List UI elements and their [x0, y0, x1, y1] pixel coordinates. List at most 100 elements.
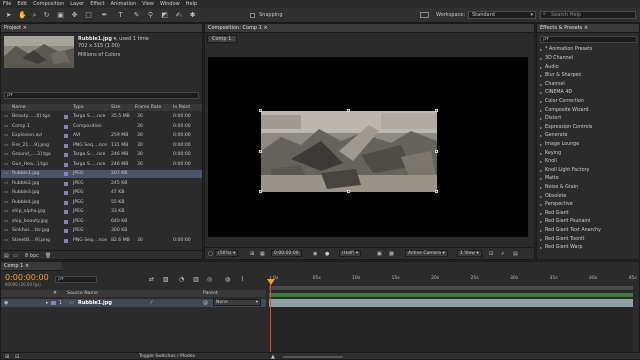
label-color-swatch[interactable] — [64, 172, 68, 176]
effects-category[interactable]: ▸ Generate — [537, 132, 639, 140]
project-item[interactable]: ▭ Rubble1.jpg JPEG 207 KB — [1, 170, 202, 178]
transform-handle-tl[interactable] — [259, 109, 262, 112]
pan-behind-tool-icon[interactable]: ✥ — [70, 11, 79, 20]
disclosure-triangle-icon[interactable]: ▸ — [540, 65, 542, 70]
rubble-image-layer[interactable] — [261, 111, 437, 192]
timeline-timecode[interactable]: 0:00:00:00 — [5, 273, 49, 282]
project-item[interactable]: ▭ Fire_21....9].png PNG Seq....nce 131 MB 30… — [1, 142, 202, 150]
layer-label-color[interactable] — [51, 301, 56, 305]
work-area-bar[interactable] — [269, 286, 633, 290]
effects-category[interactable]: ▸ Image Lounge — [537, 141, 639, 149]
menu-edit[interactable]: Edit — [17, 1, 27, 7]
trash-icon[interactable]: 🗑 — [45, 253, 51, 259]
transform-handle-ml[interactable] — [259, 150, 262, 153]
label-color-swatch[interactable] — [64, 229, 68, 233]
workspace-icon[interactable] — [420, 12, 429, 18]
roto-brush-tool-icon[interactable]: ✍ — [174, 11, 183, 20]
always-preview-icon[interactable]: ▢ — [208, 251, 213, 257]
layer-duration-bar[interactable] — [269, 299, 633, 307]
disclosure-triangle-icon[interactable]: ▸ — [540, 108, 542, 113]
menu-help[interactable]: Help — [186, 1, 197, 7]
brush-tool-icon[interactable]: ✎ — [132, 11, 141, 20]
project-item[interactable]: ▭ Explosion.avi AVI 259 MB 30 0:00:00 — [1, 132, 202, 140]
transform-handle-bl[interactable] — [259, 190, 262, 193]
in-out-pane-icon[interactable]: ⊟ — [15, 354, 19, 360]
snapshot-icon[interactable]: ◉ — [313, 251, 317, 257]
disclosure-triangle-icon[interactable]: ▸ — [540, 133, 542, 138]
disclosure-triangle-icon[interactable]: ▸ — [540, 116, 542, 121]
project-item[interactable]: ▭ Rubble3.jpg JPEG 47 KB — [1, 189, 202, 197]
effects-category[interactable]: ▸ Knoll Light Factory — [537, 166, 639, 174]
rectangle-tool-icon[interactable]: □ — [84, 11, 93, 20]
disclosure-triangle-icon[interactable]: ▸ — [540, 99, 542, 104]
effects-category[interactable]: ▸ Perspective — [537, 201, 639, 209]
interpret-footage-icon[interactable]: ▤ — [4, 253, 9, 259]
disclosure-triangle-icon[interactable]: ▸ — [540, 73, 542, 78]
transparency-grid-icon[interactable]: ▩ — [389, 251, 394, 257]
safe-zones-icon[interactable]: ⊞ — [250, 251, 254, 257]
effects-category[interactable]: ▸ Composite Wizard — [537, 106, 639, 114]
effects-category[interactable]: ▸ CINEMA 4D — [537, 89, 639, 97]
effects-category[interactable]: ▸ Red Giant ToonIt — [537, 235, 639, 243]
frame-blending-icon[interactable]: ▥ — [193, 276, 199, 283]
project-item[interactable]: ▭ Rubble4.jpg JPEG 55 KB — [1, 199, 202, 207]
menu-view[interactable]: View — [142, 1, 154, 7]
effects-category[interactable]: ▸ Obsolete — [537, 192, 639, 200]
project-item[interactable]: ▭ ship_beauty.jpg JPEG 640 KB — [1, 218, 202, 226]
menu-layer[interactable]: Layer — [70, 1, 84, 7]
timeline-search-input[interactable]: ρ▾ — [55, 276, 97, 283]
grid-icon[interactable]: ▦ — [260, 251, 265, 257]
timeline-tab[interactable]: Comp 1 × — [1, 262, 61, 271]
layer-name[interactable]: Rubble1.jpg — [78, 300, 112, 306]
zoom-select[interactable]: (50%) ▾ — [215, 250, 239, 257]
zoom-tool-icon[interactable]: ⌕ — [30, 11, 39, 20]
disclosure-triangle-icon[interactable]: ▸ — [540, 90, 542, 95]
label-color-swatch[interactable] — [64, 200, 68, 205]
effects-category[interactable]: ▸ Blur & Sharpen — [537, 72, 639, 80]
disclosure-triangle-icon[interactable]: ▸ — [540, 142, 542, 147]
disclosure-triangle-icon[interactable]: ▸ — [540, 56, 542, 61]
current-time-display[interactable]: 0:00:00:00 — [271, 250, 302, 257]
project-item[interactable]: ▭ StreetB....9].png PNG Seq....nce 82.6 MB 3… — [1, 237, 202, 245]
column-in-point[interactable]: In Point — [173, 105, 190, 110]
project-item[interactable]: ▭ Sinkhol....ter.jpg JPEG 300 KB — [1, 227, 202, 235]
timeline-zoom-slider[interactable] — [283, 356, 343, 358]
disclosure-triangle-icon[interactable]: ▸ — [540, 176, 542, 181]
effects-category[interactable]: ▸ * Animation Presets — [537, 46, 639, 54]
resolution-select[interactable]: (Half) ▾ — [339, 250, 362, 257]
transform-handle-mr[interactable] — [435, 150, 438, 153]
project-item[interactable]: ▭ Rubble2.jpg JPEG 245 KB — [1, 180, 202, 188]
parent-select[interactable]: None ▾ — [213, 299, 261, 306]
column-size[interactable]: Size — [111, 105, 120, 110]
disclosure-triangle-icon[interactable]: ▸ — [540, 168, 542, 173]
timeline-icon[interactable]: ▤ — [513, 251, 518, 257]
disclosure-triangle-icon[interactable]: ▸ — [540, 151, 542, 156]
hand-tool-icon[interactable]: ✋ — [18, 11, 27, 20]
effects-category[interactable]: ▸ Red Giant Text Anarchy — [537, 227, 639, 235]
camera-select[interactable]: Active Camera ▾ — [405, 250, 448, 257]
view-layout-select[interactable]: 1 View ▾ — [457, 250, 482, 257]
effects-category[interactable]: ▸ Red Giant Warp — [537, 244, 639, 252]
project-item[interactable]: ▭ ship_alpha.jpg JPEG 33 KB — [1, 208, 202, 216]
disclosure-triangle-icon[interactable]: ▸ — [540, 228, 542, 233]
project-item[interactable]: ▭ Ground_....3].tga Targa S.....nce 246 MB 3… — [1, 151, 202, 159]
effects-category[interactable]: ▸ Red Giant Psunami — [537, 218, 639, 226]
column-type[interactable]: Type — [73, 105, 84, 110]
pen-tool-icon[interactable]: ✒ — [100, 11, 109, 20]
effects-presets-tab[interactable]: Effects & Presets × — [537, 24, 639, 33]
disclosure-triangle-icon[interactable]: ▸ — [540, 219, 542, 224]
effects-category[interactable]: ▸ Matte — [537, 175, 639, 183]
effects-category[interactable]: ▸ Audio — [537, 63, 639, 71]
disclosure-triangle-icon[interactable]: ▸ — [540, 202, 542, 207]
motion-blur-icon[interactable]: ◎ — [207, 276, 212, 283]
zoom-out-icon[interactable]: ▲ — [271, 354, 275, 360]
eraser-tool-icon[interactable]: ◩ — [160, 11, 169, 20]
menu-file[interactable]: File — [3, 1, 11, 7]
label-color-swatch[interactable] — [64, 143, 68, 148]
transform-handle-bc[interactable] — [347, 190, 350, 193]
menu-composition[interactable]: Composition — [33, 1, 64, 7]
label-color-swatch[interactable] — [64, 210, 68, 214]
composition-tab[interactable]: Composition: Comp 1 × — [205, 24, 534, 33]
project-tab[interactable]: Project × — [1, 24, 202, 33]
label-color-swatch[interactable] — [64, 219, 68, 224]
